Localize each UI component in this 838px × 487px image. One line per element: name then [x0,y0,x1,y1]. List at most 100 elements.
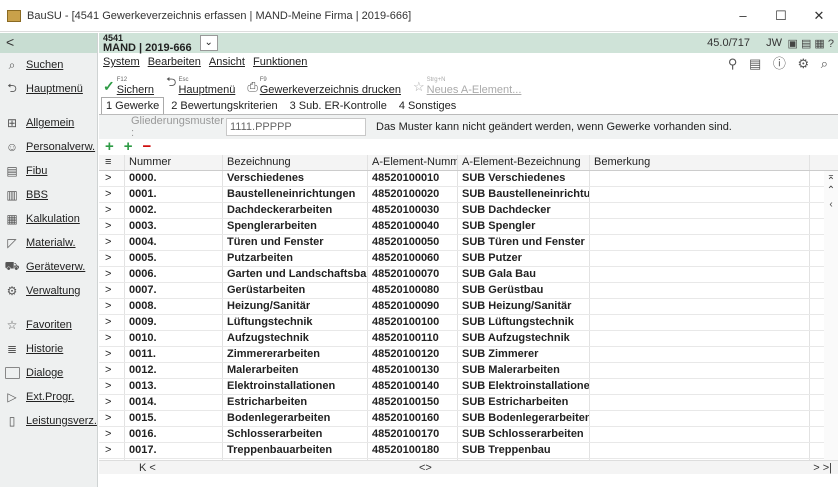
cell-bezeichnung[interactable]: Spenglerarbeiten [223,219,368,234]
cell-nummer[interactable]: 0002. [125,203,223,218]
expand-arrow[interactable]: > [99,235,125,250]
cell-bezeichnung[interactable]: Verschiedenes [223,171,368,186]
cell-a-element-nummer[interactable]: 48520100150 [368,395,458,410]
cell-a-element-bezeichnung[interactable]: SUB Elektroinstallationen [458,379,590,394]
cell-nummer[interactable]: 0014. [125,395,223,410]
sidebar-item-leistungsverz[interactable]: ▯ Leistungsverz. [0,409,97,433]
cell-bezeichnung[interactable]: Schlosserarbeiten [223,427,368,442]
tab-gewerke[interactable]: 1 Gewerke [101,97,165,114]
cell-a-element-bezeichnung[interactable]: SUB Gala Bau [458,267,590,282]
cell-a-element-nummer[interactable]: 48520100140 [368,379,458,394]
cell-bemerkung[interactable] [590,379,810,394]
table-row[interactable]: >0008. Heizung/Sanitär 48520100090 SUB Heiz… [99,299,838,315]
expand-arrow[interactable]: > [99,395,125,410]
table-row[interactable]: >0002. Dachdeckerarbeiten 48520100030 SUB D… [99,203,838,219]
table-row[interactable]: >0010. Aufzugstechnik 48520100110 SUB Aufzu… [99,331,838,347]
expand-arrow[interactable]: > [99,283,125,298]
cell-bemerkung[interactable] [590,427,810,442]
cell-a-element-nummer[interactable]: 48520100040 [368,219,458,234]
header-bezeichnung[interactable]: Bezeichnung [223,155,368,170]
cell-a-element-bezeichnung[interactable]: SUB Spengler [458,219,590,234]
tab-sub-er-kontrolle[interactable]: 3 Sub. ER-Kontrolle [285,97,392,114]
cell-bemerkung[interactable] [590,203,810,218]
cell-bezeichnung[interactable]: Malerarbeiten [223,363,368,378]
cell-a-element-nummer[interactable]: 48520100050 [368,235,458,250]
cell-bemerkung[interactable] [590,315,810,330]
table-row[interactable]: >0015. Bodenlegerarbeiten 48520100160 SUB B… [99,411,838,427]
sidebar-item-verwaltung[interactable]: ⚙ Verwaltung [0,279,97,303]
menu-system[interactable]: System [103,56,140,68]
cell-bezeichnung[interactable]: Treppenbauarbeiten [223,443,368,458]
sidebar-item-allgemein[interactable]: ⊞ Allgemein [0,111,97,135]
cell-bezeichnung[interactable]: Zimmererarbeiten [223,347,368,362]
table-row[interactable]: >0004. Türen und Fenster 48520100050 SUB Tü… [99,235,838,251]
cell-nummer[interactable]: 0010. [125,331,223,346]
menu-right-icons[interactable]: ⚲ ▤ ⓘ ⚙ ⌕ [728,53,832,72]
cell-a-element-nummer[interactable]: 48520100030 [368,203,458,218]
sidebar-item-kalkulation[interactable]: ▦ Kalkulation [0,207,97,231]
scroll-last-button[interactable]: > >| [813,462,832,474]
sidebar-item-dialoge[interactable]: Dialoge [0,361,97,385]
cell-bemerkung[interactable] [590,299,810,314]
table-row[interactable]: >0001. Baustelleneinrichtungen 48520100020… [99,187,838,203]
cell-a-element-nummer[interactable]: 48520100020 [368,187,458,202]
expand-arrow[interactable]: > [99,299,125,314]
cell-nummer[interactable]: 0008. [125,299,223,314]
cell-bemerkung[interactable] [590,251,810,266]
table-row[interactable]: >0006. Garten und Landschaftsbau 485201000… [99,267,838,283]
cell-a-element-bezeichnung[interactable]: SUB Treppenbau [458,443,590,458]
menu-funktionen[interactable]: Funktionen [253,56,307,68]
sidebar-item-personalverw[interactable]: ☺ Personalverw. [0,135,97,159]
cell-a-element-bezeichnung[interactable]: SUB Malerarbeiten [458,363,590,378]
cell-a-element-nummer[interactable]: 48520100180 [368,443,458,458]
header-nummer[interactable]: Nummer [125,155,223,170]
table-row[interactable]: >0000. Verschiedenes 48520100010 SUB Versch… [99,171,838,187]
scroll-up-icon[interactable]: ⌃ [824,185,838,199]
cell-a-element-nummer[interactable]: 48520100070 [368,267,458,282]
expand-arrow[interactable]: > [99,267,125,282]
column-chooser-icon[interactable]: ≡ [99,155,125,170]
cell-a-element-nummer[interactable]: 48520100130 [368,363,458,378]
sidebar-item-geräteverw[interactable]: ⛟ Geräteverw. [0,255,97,279]
sidebar-item-historie[interactable]: ≣ Historie [0,337,97,361]
cell-bezeichnung[interactable]: Garten und Landschaftsbau [223,267,368,282]
cell-bemerkung[interactable] [590,443,810,458]
header-a-element-nummer[interactable]: A-Element-Nummer [368,155,458,170]
cell-nummer[interactable]: 0005. [125,251,223,266]
sidebar-item-ext-progr[interactable]: ▷ Ext.Progr. [0,385,97,409]
cell-nummer[interactable]: 0012. [125,363,223,378]
scroll-left-icon[interactable]: ‹ [824,199,838,213]
table-row[interactable]: >0009. Lüftungstechnik 48520100100 SUB Lüft… [99,315,838,331]
cell-a-element-nummer[interactable]: 48520100110 [368,331,458,346]
cell-bezeichnung[interactable]: Baustelleneinrichtungen [223,187,368,202]
cell-a-element-nummer[interactable]: 48520100160 [368,411,458,426]
expand-arrow[interactable]: > [99,411,125,426]
sidebar-item-bbs[interactable]: ▥ BBS [0,183,97,207]
close-button[interactable]: ✕ [800,8,838,24]
cell-a-element-bezeichnung[interactable]: SUB Türen und Fenster [458,235,590,250]
cell-a-element-bezeichnung[interactable]: SUB Putzer [458,251,590,266]
cell-bemerkung[interactable] [590,347,810,362]
save-button[interactable]: ✓ F12 Sichern [103,75,154,96]
cell-bezeichnung[interactable]: Dachdeckerarbeiten [223,203,368,218]
table-row[interactable]: >0016. Schlosserarbeiten 48520100170 SUB Sc… [99,427,838,443]
cell-nummer[interactable]: 0000. [125,171,223,186]
expand-arrow[interactable]: > [99,443,125,458]
cell-a-element-bezeichnung[interactable]: SUB Estricharbeiten [458,395,590,410]
add-subrow-icon[interactable]: + [124,139,133,154]
context-dropdown-button[interactable]: ⌄ [199,35,218,51]
expand-arrow[interactable]: > [99,251,125,266]
cell-nummer[interactable]: 0006. [125,267,223,282]
header-bemerkung[interactable]: Bemerkung [590,155,810,170]
print-button[interactable]: ⎙ F9 Gewerkeverzeichnis drucken [247,75,401,96]
expand-arrow[interactable]: > [99,379,125,394]
cell-bezeichnung[interactable]: Bodenlegerarbeiten [223,411,368,426]
scroll-top-icon[interactable]: ⌅ [824,171,838,185]
expand-arrow[interactable]: > [99,427,125,442]
table-row[interactable]: >0012. Malerarbeiten 48520100130 SUB Malera… [99,363,838,379]
menu-ansicht[interactable]: Ansicht [209,56,245,68]
cell-nummer[interactable]: 0007. [125,283,223,298]
cell-nummer[interactable]: 0016. [125,427,223,442]
new-element-button[interactable]: ☆ Strg+N Neues A-Element... [413,75,521,96]
cell-a-element-nummer[interactable]: 48520100170 [368,427,458,442]
